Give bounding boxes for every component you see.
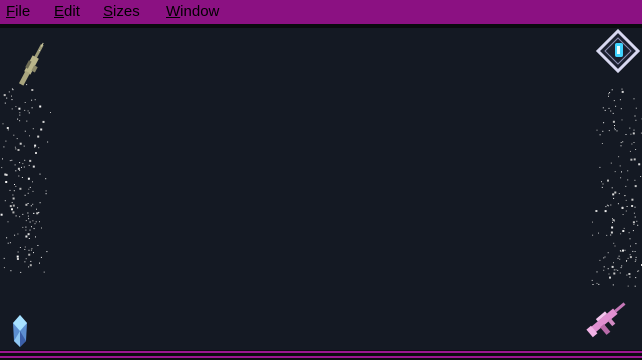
menu-sizes-accel: S [103,3,114,20]
menu-edit-accel: E [54,3,65,20]
pink-rifle-icon[interactable] [584,290,632,346]
starfield [0,84,642,287]
bottom-stripe [0,351,642,353]
menu-edit[interactable]: Edit [54,2,80,22]
menu-window[interactable]: Window [166,2,219,22]
menu-sizes[interactable]: Sizes [103,2,140,22]
diamond-gem-icon[interactable] [595,28,641,74]
rifle-icon[interactable] [18,40,44,94]
menu-file[interactable]: File [6,2,30,22]
menu-bar: File Edit Sizes Window [0,0,642,28]
crystal-icon[interactable] [10,314,30,348]
bottom-border [0,350,642,360]
game-window: File Edit Sizes Window [0,0,642,360]
menu-sizes-rest: izes [113,3,140,20]
menu-file-rest: ile [15,3,31,20]
menu-edit-rest: dit [64,3,80,20]
menu-file-accel: F [6,3,16,20]
menu-window-rest: indow [180,3,220,20]
game-canvas[interactable] [0,28,642,350]
bottom-stripe [0,356,642,358]
menu-window-accel: W [166,3,181,20]
